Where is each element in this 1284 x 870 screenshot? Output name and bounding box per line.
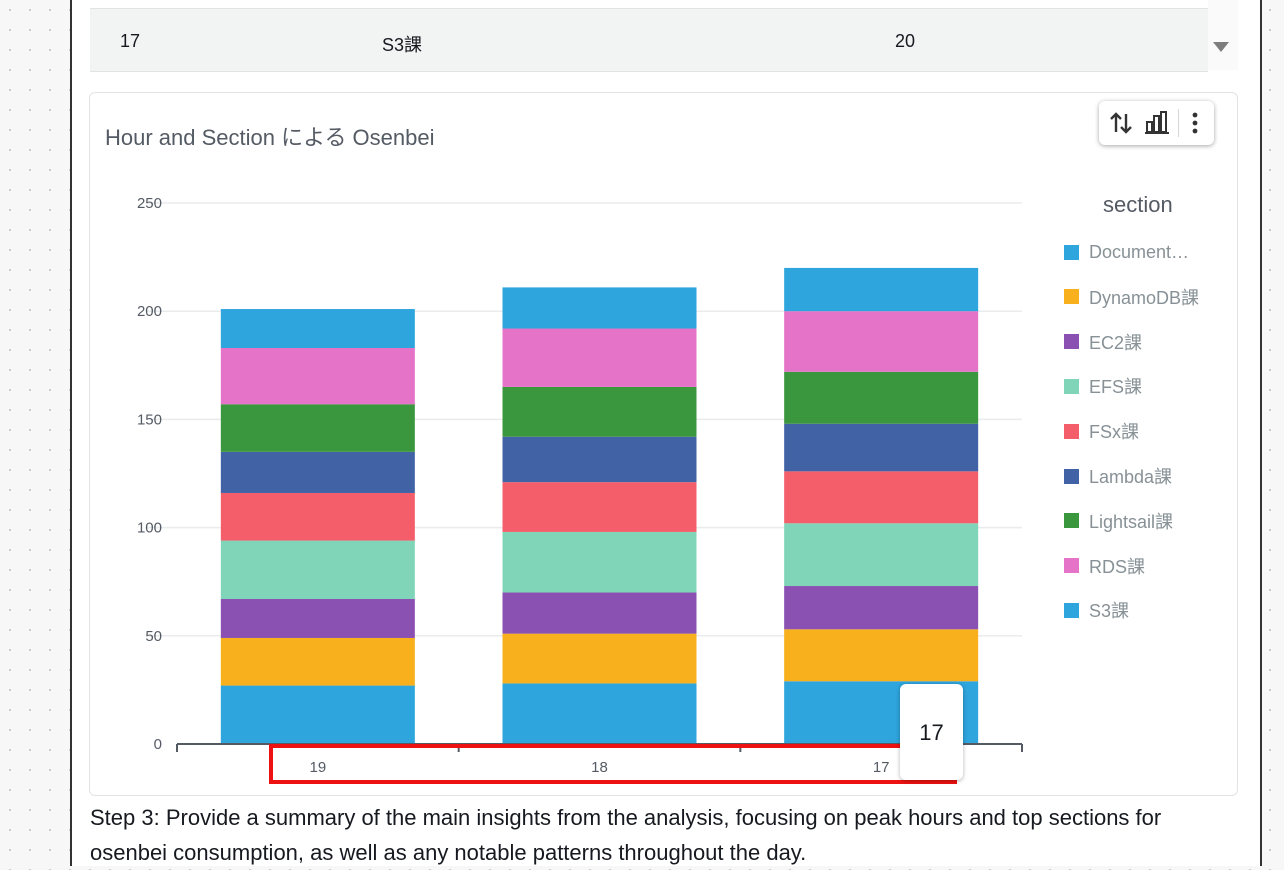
legend-item[interactable]: Document… (1064, 241, 1189, 263)
step-instruction-text: Step 3: Provide a summary of the main in… (90, 805, 1162, 865)
bar-segment (220, 492, 415, 541)
legend-swatch (1064, 513, 1079, 529)
bar-segment (784, 267, 979, 312)
legend-item[interactable]: Lambda課 (1064, 465, 1172, 487)
legend-swatch (1064, 289, 1079, 305)
legend-swatch (1064, 334, 1079, 350)
legend-label: EC2課 (1089, 332, 1143, 353)
bar-segment (784, 423, 979, 472)
legend-item[interactable]: EC2課 (1064, 331, 1142, 353)
legend-label: DynamoDB課 (1089, 287, 1200, 308)
bar-segment (220, 599, 415, 638)
tooltip: 17 (900, 684, 963, 780)
y-tick-label: 0 (154, 736, 162, 753)
legend-item[interactable]: Lightsail課 (1064, 510, 1173, 532)
bar-segment (502, 287, 697, 329)
legend-swatch (1064, 558, 1079, 574)
bar-segment (502, 386, 697, 437)
legend-title: section (1103, 192, 1173, 217)
bar-segment (220, 540, 415, 600)
legend-label: EFS課 (1089, 377, 1143, 398)
y-tick-label: 250 (137, 195, 162, 212)
highlight-box (269, 744, 957, 784)
legend-item[interactable]: FSx課 (1064, 420, 1139, 442)
legend-label: Lightsail課 (1089, 511, 1174, 532)
y-tick-label: 100 (137, 520, 162, 537)
bar-segment (784, 586, 979, 630)
y-tick-label: 200 (137, 303, 162, 320)
bar-segment (220, 347, 415, 405)
bar-segment (220, 309, 415, 348)
bar-segment (220, 451, 415, 493)
y-tick-label: 50 (145, 628, 162, 645)
bar-segment (784, 371, 979, 424)
y-tick-label: 150 (137, 411, 162, 428)
bar-segment (220, 404, 415, 452)
legend-label: RDS課 (1089, 556, 1146, 577)
legend-item[interactable]: DynamoDB課 (1064, 286, 1199, 308)
bar-segment (784, 311, 979, 372)
legend-swatch (1064, 244, 1079, 260)
legend-item[interactable]: RDS課 (1064, 555, 1145, 577)
bar-segment (784, 629, 979, 682)
legend-label: Document… (1089, 241, 1190, 262)
legend-item[interactable]: EFS課 (1064, 375, 1142, 397)
legend-label: Lambda課 (1089, 467, 1173, 487)
bar-segment (502, 531, 697, 593)
bar-segment (502, 436, 697, 483)
bar-segment (502, 592, 697, 634)
bar-segment (784, 523, 979, 587)
tooltip-value: 17 (919, 720, 944, 745)
legend-swatch (1064, 602, 1079, 618)
bar-segment (220, 685, 415, 744)
legend-swatch (1064, 468, 1079, 484)
legend-label: FSx課 (1089, 422, 1140, 443)
bar-segment (502, 482, 697, 532)
bar-segment (220, 637, 415, 686)
legend-item[interactable]: S3課 (1064, 599, 1129, 621)
bar-segment (502, 328, 697, 387)
legend-label: S3課 (1089, 601, 1130, 622)
bar-segment (502, 683, 697, 744)
legend-swatch (1064, 378, 1079, 394)
legend-swatch (1064, 423, 1079, 439)
bar-segment (502, 633, 697, 684)
bar-segment (784, 471, 979, 524)
